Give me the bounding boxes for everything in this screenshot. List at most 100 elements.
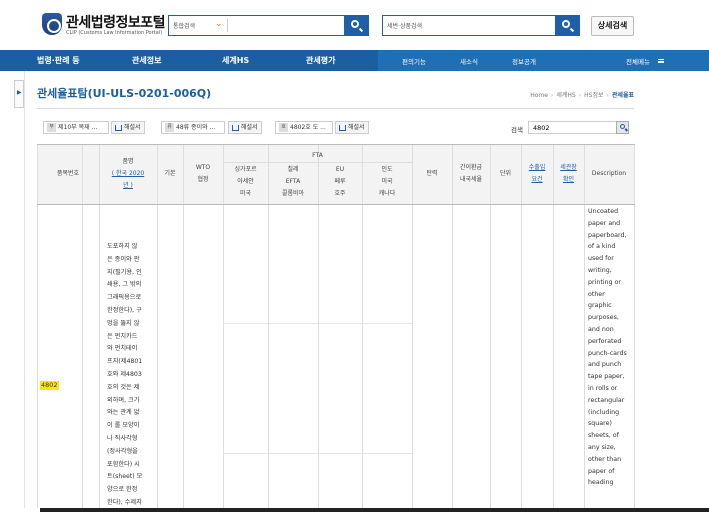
header-unit: 단위 xyxy=(499,170,512,177)
description-line: heading xyxy=(588,479,614,487)
grid-line xyxy=(37,145,38,512)
korean-line: 쇄용, 그 밖의 xyxy=(107,281,142,289)
nav-item-world-hs[interactable]: 세계HS xyxy=(222,55,249,66)
grid-line xyxy=(99,145,100,512)
chip-badge: 호 xyxy=(279,123,288,132)
title-divider xyxy=(37,108,634,109)
grid-line xyxy=(268,145,269,512)
header-wto: WTO xyxy=(195,164,211,171)
nav-item-news[interactable]: 새소식 xyxy=(460,56,478,66)
korean-line: (정사각형을 xyxy=(107,447,138,455)
header-customs-confirmation-2[interactable]: 확인 xyxy=(553,174,584,186)
description-line: square) xyxy=(588,420,612,428)
hs-code-search-button[interactable] xyxy=(616,121,629,134)
filter-chip-section[interactable]: 부 제10부 목재 ... xyxy=(43,121,109,134)
chip-label: 48류 종이와 ... xyxy=(176,124,216,131)
grid-line xyxy=(452,145,453,512)
breadcrumb-separator-icon: › xyxy=(550,92,554,99)
filter-chip-chapter[interactable]: 류 48류 종이와 ... xyxy=(161,121,225,134)
download-icon xyxy=(232,124,239,131)
search-icon xyxy=(351,20,359,28)
korean-line: 포함한다) 시 xyxy=(107,460,140,468)
breadcrumb-separator-icon: › xyxy=(578,92,582,99)
grid-line xyxy=(223,145,224,512)
nav-item-customs-valuation[interactable]: 관세평가 xyxy=(306,55,335,66)
advanced-search-button[interactable]: 상세검색 xyxy=(591,16,634,36)
grid-line xyxy=(553,145,554,512)
customs-emblem-icon[interactable] xyxy=(42,13,62,35)
chip-label: 4802호 도 ... xyxy=(290,124,326,131)
integrated-search-button[interactable] xyxy=(344,16,368,35)
chip-badge: 류 xyxy=(165,123,174,132)
header-customs-confirmation[interactable]: 세관장 xyxy=(553,162,584,174)
hs-search-input[interactable] xyxy=(423,18,533,33)
description-line: other than xyxy=(588,455,622,463)
nav-item-disclosure[interactable]: 정보공개 xyxy=(512,56,536,66)
header-import-export-requirement-2[interactable]: 요건 xyxy=(521,174,553,186)
header-name-year-link[interactable]: ( 한국 2020 xyxy=(99,168,157,180)
korean-line: 프지(제4801 xyxy=(107,358,143,366)
nav-item-customs-info[interactable]: 관세정보 xyxy=(132,55,161,66)
description-line: in rolls or xyxy=(588,384,618,392)
breadcrumb-world-hs[interactable]: 세계HS xyxy=(556,92,575,99)
integrated-search-box: 통합검색 ⌄ xyxy=(168,15,369,36)
header-name-year-suffix[interactable]: 년 ) xyxy=(99,180,157,192)
korean-item-name: 도포하지 않 은 종이와 판 지(필기용, 인 쇄용, 그 밖의 그래픽용으로 … xyxy=(107,241,153,510)
header-elastic-rate: 탄력 xyxy=(426,170,438,177)
search-icon xyxy=(562,20,570,28)
hs-code-cell[interactable]: 4802 xyxy=(40,381,59,390)
description-line: perforated xyxy=(588,337,622,345)
header-wto-agreement: 협정 xyxy=(197,176,209,183)
korean-line: 외하며, 크기 xyxy=(107,396,140,404)
chevron-right-icon: ▶ xyxy=(17,89,22,96)
side-panel-toggle[interactable]: ▶ xyxy=(14,80,24,108)
download-explanatory-notes-button[interactable]: 해설서 xyxy=(335,121,369,134)
hamburger-icon[interactable] xyxy=(658,59,664,63)
search-category-select[interactable]: 통합검색 xyxy=(173,21,195,30)
description-line: and punch xyxy=(588,361,622,369)
breadcrumb-hs-info[interactable]: HS정보 xyxy=(584,92,603,99)
nav-item-convenience[interactable]: 편의기능 xyxy=(402,56,426,66)
nav-item-laws[interactable]: 법령·판례 등 xyxy=(37,55,80,66)
hs-filter-row: 부 제10부 목재 ... 해설서 류 48류 종이와 ... 해설서 호 4802호… xyxy=(37,118,634,138)
grid-line xyxy=(82,145,83,512)
breadcrumb: Home › 세계HS › HS정보 › 관세율표 xyxy=(530,90,634,99)
breadcrumb-current: 관세율표 xyxy=(611,92,634,99)
download-explanatory-notes-button[interactable]: 해설서 xyxy=(111,121,145,134)
site-header: 관세법령정보포털 CLIP (Customs Law Information P… xyxy=(0,0,709,50)
nav-all-menu[interactable]: 전체메뉴 xyxy=(626,56,650,66)
hs-search-category[interactable]: 세번·상품검색 xyxy=(387,21,422,30)
description-line: of a kind xyxy=(588,243,616,251)
site-logo-title[interactable]: 관세법령정보포털 xyxy=(66,12,166,32)
header-fta-col1: 미국 xyxy=(239,190,252,197)
taskbar-gap xyxy=(0,508,40,512)
download-label: 해설서 xyxy=(124,124,141,131)
hs-search-button[interactable] xyxy=(555,16,579,35)
grid-line xyxy=(490,145,491,512)
filter-chip-heading[interactable]: 호 4802호 도 ... xyxy=(275,121,333,134)
korean-line: 양으로 한정 xyxy=(107,486,138,494)
korean-line: 이 롤 모양이 xyxy=(107,422,140,430)
hs-search-box: 세번·상품검색 xyxy=(382,15,580,36)
description-line: paper of xyxy=(588,467,615,475)
header-fta-col1: 싱가포르 xyxy=(234,166,257,173)
download-explanatory-notes-button[interactable]: 해설서 xyxy=(228,121,262,134)
breadcrumb-home[interactable]: Home xyxy=(530,92,548,99)
header-import-export-requirement[interactable]: 수출입 xyxy=(521,162,553,174)
header-fta-col3: 페루 xyxy=(334,178,346,185)
korean-line: 도포하지 않 xyxy=(107,243,138,250)
fta-header-divider xyxy=(223,162,412,163)
grid-line xyxy=(584,145,585,512)
header-fta-col2: 칠레 xyxy=(287,166,299,173)
hs-code-search-input[interactable] xyxy=(528,121,625,134)
header-hs-code: 품목번호 xyxy=(56,170,80,177)
description-line: used for xyxy=(588,255,614,263)
integrated-search-input[interactable] xyxy=(231,18,331,33)
korean-line: 와 펀치테이 xyxy=(107,345,138,353)
taskbar-strip xyxy=(0,508,709,512)
description-line: tape paper, xyxy=(588,373,625,381)
download-label: 해설서 xyxy=(348,124,365,131)
grid-line xyxy=(318,145,319,512)
filter-search-label: 검색 xyxy=(511,126,523,134)
chevron-down-icon[interactable]: ⌄ xyxy=(215,19,223,29)
